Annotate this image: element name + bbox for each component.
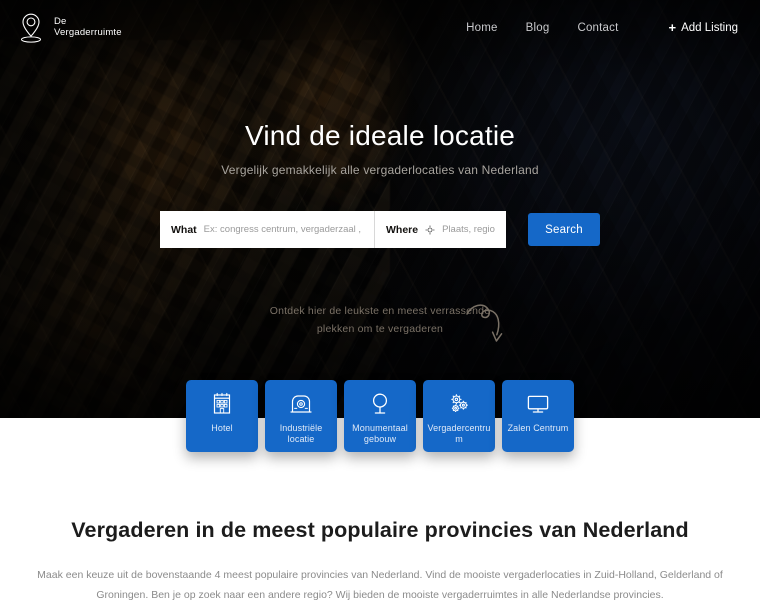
category-label: Monumentaal gebouw — [352, 423, 408, 444]
section-body-text: Maak een keuze uit de bovenstaande 4 mee… — [37, 569, 723, 600]
hotel-building-icon — [213, 392, 231, 414]
logo[interactable]: De Vergaderruimte — [16, 11, 122, 45]
add-listing-button[interactable]: + Add Listing — [669, 21, 739, 34]
hero-subtitle: Vergelijk gemakkelijk alle vergaderlocat… — [221, 163, 539, 177]
category-card-industriele-locatie[interactable]: Industriële locatie — [265, 380, 337, 452]
search-fields: What Where — [160, 211, 506, 248]
plus-icon: + — [668, 20, 677, 35]
monument-icon — [372, 393, 388, 414]
nav-item-home[interactable]: Home — [466, 22, 497, 34]
logo-text-line2: Vergaderruimte — [54, 26, 122, 38]
category-card-hotel[interactable]: Hotel — [186, 380, 258, 452]
map-pin-icon — [21, 13, 41, 43]
hero-overlay — [0, 0, 760, 418]
category-label: Vergadercentrum — [427, 423, 491, 444]
main-navigation: Home Blog Contact + Add Listing — [466, 21, 738, 34]
site-header: De Vergaderruimte Home Blog Contact + Ad… — [0, 0, 760, 55]
where-label: Where — [386, 223, 419, 236]
search-input-what[interactable] — [203, 224, 363, 235]
logo-text-line1: De — [54, 16, 67, 27]
factory-icon — [290, 395, 312, 413]
search-where-field[interactable]: Where — [375, 211, 506, 248]
add-listing-label: Add Listing — [681, 21, 738, 34]
category-label: Industriële locatie — [279, 423, 323, 444]
nav-item-contact[interactable]: Contact — [577, 22, 618, 34]
crosshair-locate-icon[interactable] — [425, 225, 435, 235]
monitor-icon — [527, 395, 549, 413]
search-input-where[interactable] — [442, 224, 495, 235]
discover-note: Ontdek hier de leukste en meest verrasse… — [0, 302, 760, 342]
category-card-monumentaal-gebouw[interactable]: Monumentaal gebouw — [344, 380, 416, 452]
search-what-field[interactable]: What — [160, 211, 375, 248]
section-title: Vergaderen in de meest populaire provinc… — [71, 518, 689, 542]
what-label: What — [171, 223, 197, 236]
category-label: Hotel — [211, 423, 233, 433]
search-bar: What Where Search — [160, 211, 600, 248]
search-button[interactable]: Search — [528, 213, 600, 246]
category-label: Zalen Centrum — [507, 423, 569, 433]
category-card-zalen-centrum[interactable]: Zalen Centrum — [502, 380, 574, 452]
hero-section: De Vergaderruimte Home Blog Contact + Ad… — [0, 0, 760, 418]
landing-page: De Vergaderruimte Home Blog Contact + Ad… — [0, 0, 760, 600]
category-card-vergadercentrum[interactable]: Vergadercentrum — [423, 380, 495, 452]
nav-item-blog[interactable]: Blog — [526, 22, 550, 34]
hero-content: Vind de ideale locatie Vergelijk gemakke… — [0, 118, 760, 177]
category-cards: Hotel Industriële locatie Monumentaal ge… — [186, 380, 574, 452]
curved-arrow-icon — [466, 304, 503, 342]
logo-text-block: De Vergaderruimte — [54, 16, 122, 38]
gears-icon — [451, 394, 468, 412]
page-title: Vind de ideale locatie — [244, 120, 516, 151]
